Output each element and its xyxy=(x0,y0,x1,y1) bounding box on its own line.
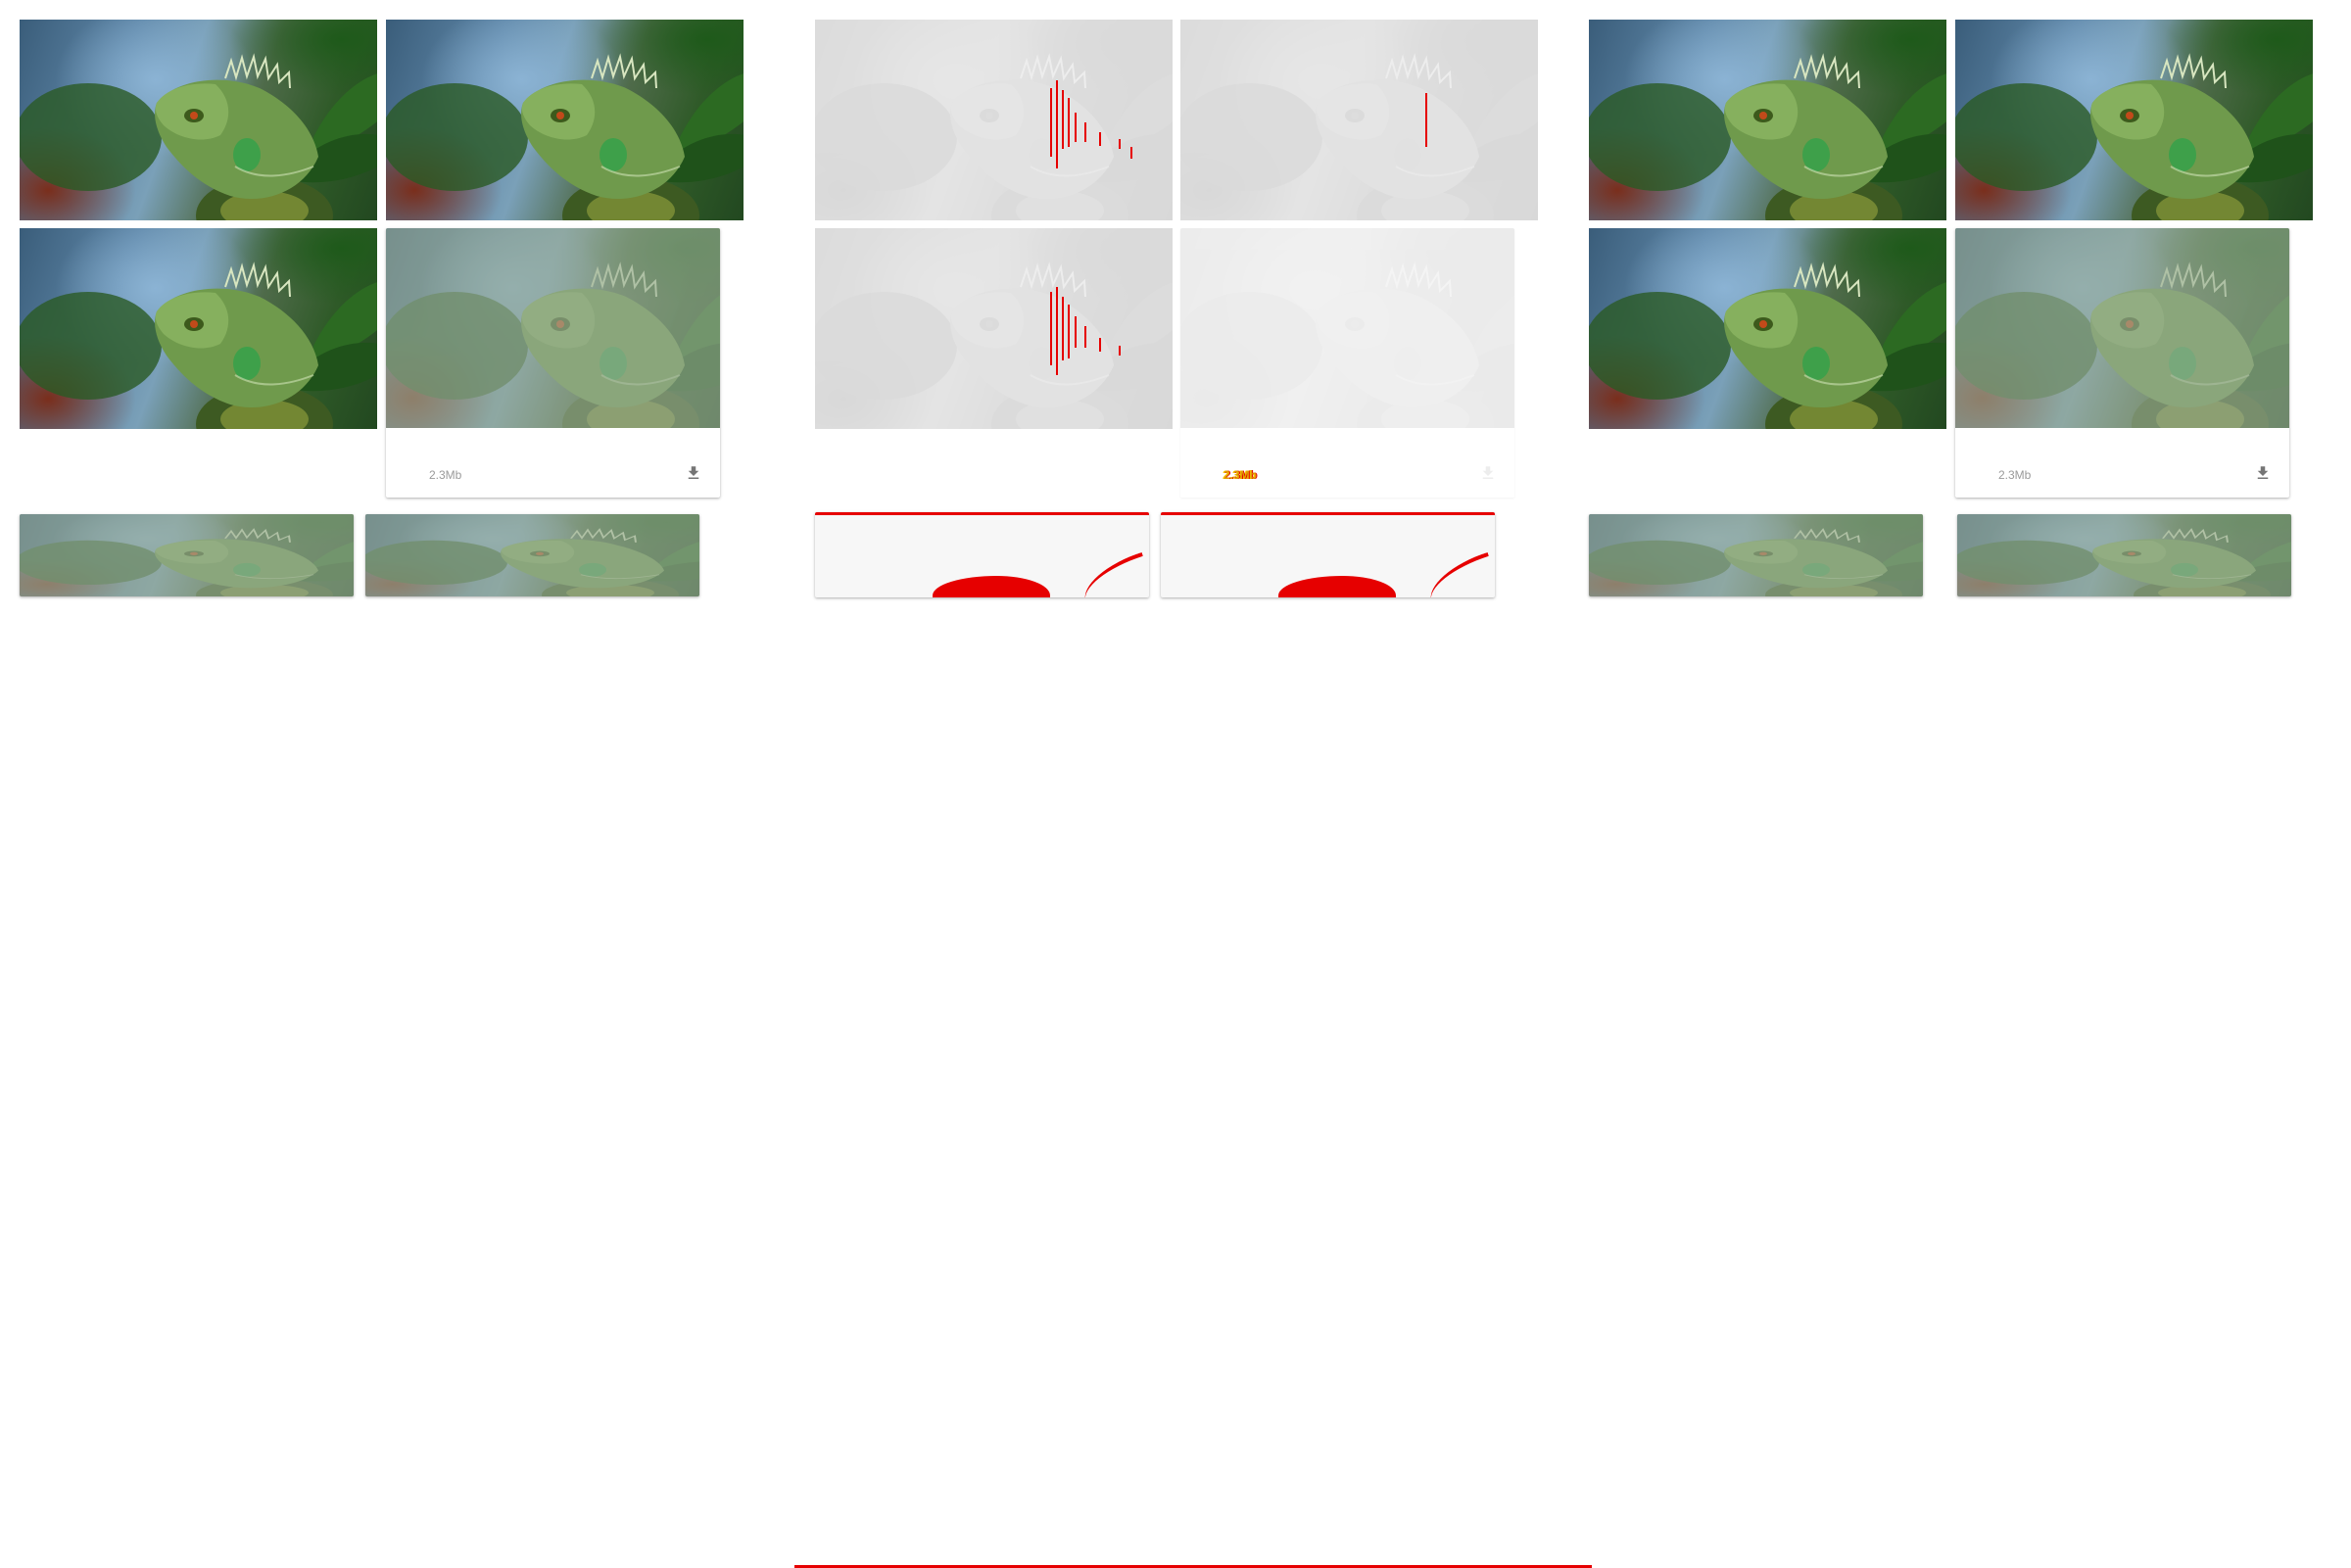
panel-expected: 2.3Mb xyxy=(1569,0,2351,1545)
card-footer: 2.3Mb xyxy=(1955,452,2289,498)
diff-image-card[interactable]: 2.3Mb xyxy=(1180,228,1514,498)
file-size-label: 2.3Mb xyxy=(429,468,462,482)
file-size-label: 2.3Mb xyxy=(1998,468,2032,482)
diff-highlight xyxy=(1422,551,1495,597)
diff-image-card[interactable] xyxy=(1161,512,1495,597)
image-tile[interactable] xyxy=(20,20,377,220)
diff-highlight xyxy=(1278,576,1396,597)
image-tile[interactable] xyxy=(1589,20,1946,220)
diff-image-tile[interactable] xyxy=(1180,20,1538,220)
diff-highlight xyxy=(1077,551,1149,597)
download-icon[interactable] xyxy=(2254,464,2272,482)
diff-image-tile[interactable] xyxy=(815,20,1173,220)
card-image[interactable] xyxy=(386,228,720,428)
panel-diff: 2.3Mb xyxy=(785,0,1566,1545)
image-card[interactable] xyxy=(1957,514,2291,596)
card-image[interactable] xyxy=(1180,228,1514,428)
panel-actual: 2.3Mb xyxy=(0,0,782,1545)
card-image[interactable] xyxy=(20,514,354,596)
diff-image-tile[interactable] xyxy=(815,228,1173,429)
file-size-label: 2.3Mb xyxy=(1223,468,1258,482)
card-image[interactable] xyxy=(1955,228,2289,428)
diff-highlight xyxy=(933,576,1050,597)
download-icon[interactable] xyxy=(685,464,702,482)
image-card[interactable] xyxy=(20,514,354,596)
image-card[interactable]: 2.3Mb xyxy=(386,228,720,498)
download-icon[interactable] xyxy=(1479,464,1497,482)
image-card[interactable] xyxy=(1589,514,1923,596)
image-tile[interactable] xyxy=(1955,20,2313,220)
card-footer: 2.3Mb xyxy=(1180,452,1514,498)
image-tile[interactable] xyxy=(20,228,377,429)
image-card[interactable]: 2.3Mb xyxy=(1955,228,2289,498)
image-tile[interactable] xyxy=(1589,228,1946,429)
card-image[interactable] xyxy=(1957,514,2291,596)
card-image[interactable] xyxy=(365,514,699,596)
image-card[interactable] xyxy=(365,514,699,596)
card-footer: 2.3Mb xyxy=(386,452,720,498)
diff-image-card[interactable] xyxy=(815,512,1149,597)
image-tile[interactable] xyxy=(386,20,744,220)
card-image[interactable] xyxy=(1589,514,1923,596)
